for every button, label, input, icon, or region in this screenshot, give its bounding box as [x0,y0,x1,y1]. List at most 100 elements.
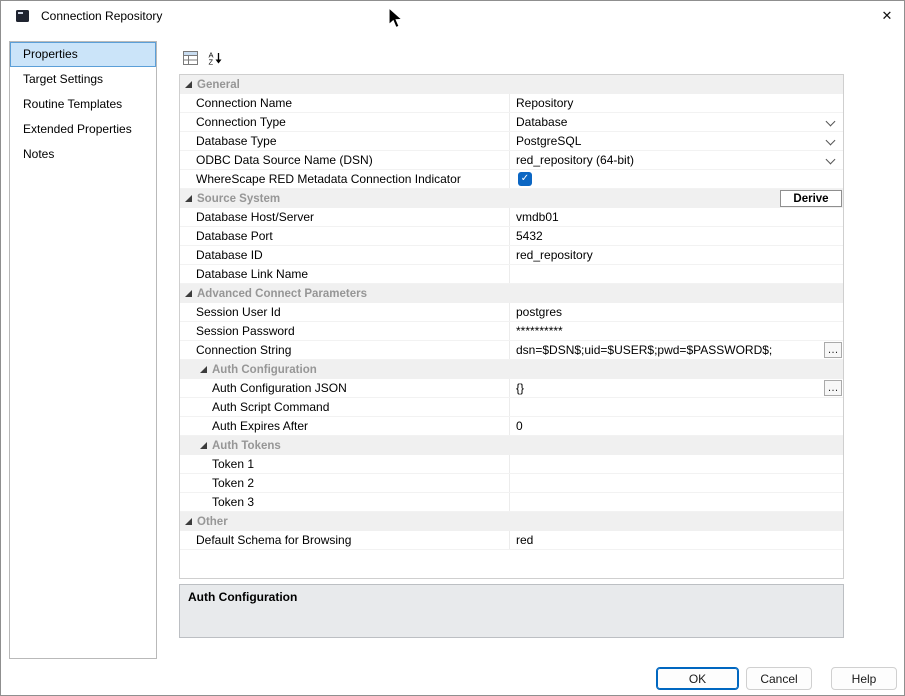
property-row-auth-expires-after: Auth Expires After 0 [180,417,843,436]
dropdown-chevron-icon[interactable] [826,136,836,146]
property-value[interactable] [510,398,843,416]
dropdown-chevron-icon[interactable] [826,117,836,127]
category-other[interactable]: Other [180,512,843,531]
category-general[interactable]: General [180,75,843,94]
property-name: Database Host/Server [180,208,510,226]
property-value[interactable]: ********** [510,322,843,340]
property-value[interactable] [510,493,843,511]
property-grid-rows: GeneralConnection NameRepositoryConnecti… [180,75,843,550]
property-value-text: red [516,533,557,547]
sidebar-item-extended-properties[interactable]: Extended Properties [10,117,156,142]
property-row-session-user-id: Session User Id postgres [180,303,843,322]
property-value-text: 5432 [516,229,567,243]
property-name: Database Link Name [180,265,510,283]
categorized-view-button[interactable] [179,47,201,69]
property-value-text: 0 [516,419,547,433]
sidebar-item-properties[interactable]: Properties [10,42,156,67]
property-name: Connection Name [180,94,510,112]
property-value[interactable]: ✓ [510,170,843,188]
app-icon [15,8,31,24]
checkbox[interactable]: ✓ [518,172,532,186]
sidebar-item-notes[interactable]: Notes [10,142,156,167]
cancel-button[interactable]: Cancel [746,667,812,690]
property-row-database-link-name: Database Link Name [180,265,843,284]
category-label: General [197,79,240,91]
derive-button[interactable]: Derive [780,190,842,207]
category-label: Auth Configuration [212,364,317,376]
property-name: Database Port [180,227,510,245]
property-value[interactable]: 0 [510,417,843,435]
property-value[interactable]: {} … [510,379,843,397]
collapse-triangle-icon[interactable] [185,518,192,525]
property-value-text: vmdb01 [516,210,583,224]
property-value[interactable]: red_repository [510,246,843,264]
property-row-connection-type: Connection Type Database [180,113,843,132]
property-value[interactable]: PostgreSQL [510,132,843,150]
collapse-triangle-icon[interactable] [185,81,192,88]
collapse-triangle-icon[interactable] [185,195,192,202]
property-row-odbc-data-source-name-dsn: ODBC Data Source Name (DSN)red_repositor… [180,151,843,170]
property-value[interactable] [510,265,843,283]
category-auth-tokens[interactable]: Auth Tokens [180,436,843,455]
sidebar-item-routine-templates[interactable]: Routine Templates [10,92,156,117]
property-value-text: dsn=$DSN$;uid=$USER$;pwd=$PASSWORD$; [516,343,796,357]
alphabetical-sort-icon: A Z [208,51,223,65]
property-name: Session User Id [180,303,510,321]
collapse-triangle-icon[interactable] [200,442,207,449]
category-advanced-connect-parameters[interactable]: Advanced Connect Parameters [180,284,843,303]
category-auth-configuration[interactable]: Auth Configuration [180,360,843,379]
property-value[interactable]: vmdb01 [510,208,843,226]
property-value[interactable]: dsn=$DSN$;uid=$USER$;pwd=$PASSWORD$; … [510,341,843,359]
property-value-text: {} [516,381,548,395]
property-name: Token 3 [180,493,510,511]
property-value[interactable] [510,474,843,492]
property-name: Connection String [180,341,510,359]
property-name: Database ID [180,246,510,264]
property-name: Connection Type [180,113,510,131]
property-name: ODBC Data Source Name (DSN) [180,151,510,169]
property-value[interactable]: red_repository (64-bit) [510,151,843,169]
description-panel: Auth Configuration [179,584,844,638]
property-name: Token 2 [180,474,510,492]
collapse-triangle-icon[interactable] [185,290,192,297]
property-row-database-host-server: Database Host/Server vmdb01 [180,208,843,227]
property-row-database-type: Database TypePostgreSQL [180,132,843,151]
window-title: Connection Repository [41,9,162,23]
ellipsis-button[interactable]: … [824,380,842,396]
property-grid: GeneralConnection NameRepositoryConnecti… [179,74,844,579]
property-row-connection-string: Connection Stringdsn=$DSN$;uid=$USER$;pw… [180,341,843,360]
sidebar-item-target-settings[interactable]: Target Settings [10,67,156,92]
property-value-text: red_repository [516,248,617,262]
dropdown-chevron-icon[interactable] [826,155,836,165]
sidebar-list: PropertiesTarget SettingsRoutine Templat… [10,42,156,167]
property-row-connection-name: Connection Name Repository [180,94,843,113]
category-label: Source System [197,193,280,205]
property-name: Auth Expires After [180,417,510,435]
svg-text:Z: Z [208,58,213,66]
category-source-system[interactable]: Source System Derive [180,189,843,208]
ellipsis-button[interactable]: … [824,342,842,358]
property-value-text: Repository [516,96,597,110]
property-value[interactable]: postgres [510,303,843,321]
property-grid-toolbar: A Z [179,47,226,69]
alphabetical-sort-button[interactable]: A Z [204,47,226,69]
property-value-text: Database [516,115,591,129]
ok-button[interactable]: OK [656,667,739,690]
property-name: Token 1 [180,455,510,473]
property-value[interactable]: Database [510,113,843,131]
titlebar: Connection Repository ✕ [1,1,904,31]
property-name: Database Type [180,132,510,150]
property-value[interactable]: Repository [510,94,843,112]
property-row-token-2: Token 2 [180,474,843,493]
property-row-auth-configuration-json: Auth Configuration JSON{}… [180,379,843,398]
category-label: Auth Tokens [212,440,281,452]
property-value-text: postgres [516,305,586,319]
close-button[interactable]: ✕ [870,2,904,30]
property-value[interactable]: 5432 [510,227,843,245]
description-title: Auth Configuration [180,585,843,606]
property-value[interactable]: red [510,531,843,549]
collapse-triangle-icon[interactable] [200,366,207,373]
help-button[interactable]: Help [831,667,897,690]
property-row-database-id: Database ID red_repository [180,246,843,265]
property-value[interactable] [510,455,843,473]
